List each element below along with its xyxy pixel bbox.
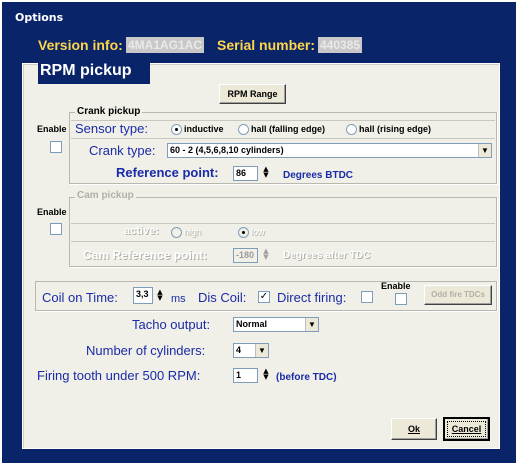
firing-tooth-unit: (before TDC) (276, 372, 337, 383)
serial-label: Serial number: (217, 37, 316, 53)
version-label: Version info: (38, 37, 123, 53)
coil-on-time-label: Coil on Time: (42, 290, 118, 305)
cam-enable-checkbox[interactable] (50, 223, 62, 235)
coil-on-time-input[interactable]: 3,3 (133, 287, 153, 304)
crank-enable-checkbox[interactable] (50, 141, 62, 153)
reference-point-label: Reference point: (116, 165, 219, 180)
cam-reference-input[interactable]: -180 (233, 248, 258, 263)
radio-cam-low-label: low (251, 227, 265, 237)
ok-button[interactable]: Ok (391, 418, 437, 440)
dis-coil-checkbox[interactable]: ✓ (258, 291, 270, 303)
reference-point-input[interactable]: 86 (233, 166, 258, 181)
section-title: RPM pickup (40, 62, 132, 79)
odd-fire-button[interactable]: Odd fire TDCs (424, 285, 492, 305)
crank-enable-label: Enable (37, 124, 67, 134)
cylinders-value: 4 (236, 345, 242, 355)
sensor-type-label: Sensor type: (75, 121, 148, 136)
chevron-down-icon[interactable]: ▼ (305, 318, 318, 331)
firing-spinner-icon[interactable]: ▲ ▼ (261, 368, 271, 383)
cancel-button[interactable]: Cancel (443, 417, 490, 441)
cam-reference-unit: Degrees after TDC (283, 250, 371, 261)
cylinders-label: Number of cylinders: (86, 343, 206, 358)
radio-hall-falling[interactable] (238, 124, 249, 135)
crank-separator-2 (71, 138, 495, 139)
dis-coil-label: Dis Coil: (198, 290, 247, 305)
reference-point-unit: Degrees BTDC (283, 170, 354, 181)
direct-firing-checkbox[interactable] (361, 291, 373, 303)
crank-type-value: 60 - 2 (4,5,6,8,10 cylinders) (170, 145, 284, 155)
cam-separator (71, 223, 495, 224)
radio-inductive-label: inductive (184, 124, 224, 134)
crank-type-dropdown[interactable]: 60 - 2 (4,5,6,8,10 cylinders) ▼ (167, 143, 492, 158)
odd-fire-enable-checkbox[interactable] (395, 293, 407, 305)
crank-type-label: Crank type: (89, 143, 156, 158)
radio-hall-rising-label: hall (rising edge) (359, 124, 432, 134)
radio-cam-low[interactable] (238, 227, 249, 238)
cam-legend: Cam pickup (75, 190, 136, 202)
coil-spinner-icon[interactable]: ▲ ▼ (155, 289, 165, 304)
cylinders-dropdown[interactable]: 4 ▼ (233, 343, 269, 358)
direct-firing-label: Direct firing: (277, 290, 347, 305)
odd-fire-enable-label: Enable (381, 281, 411, 291)
firing-tooth-input[interactable]: 1 (233, 368, 258, 383)
cam-enable-label: Enable (37, 207, 67, 217)
coil-on-time-unit: ms (171, 293, 186, 305)
tacho-output-dropdown[interactable]: Normal ▼ (233, 317, 319, 332)
cam-reference-label: Cam Reference point: (83, 248, 208, 262)
version-value: 4MA1AG1AC (126, 37, 205, 53)
radio-hall-falling-label: hall (falling edge) (251, 124, 326, 134)
radio-inductive[interactable] (171, 124, 182, 135)
cam-active-label: active: (124, 225, 159, 237)
rpm-range-button[interactable]: RPM Range (219, 84, 286, 104)
chevron-down-icon[interactable]: ▼ (255, 344, 268, 357)
serial-value: 440385 (318, 37, 363, 53)
spinner-icon[interactable]: ▲ ▼ (261, 166, 271, 181)
title-bar: Options (3, 3, 515, 33)
radio-hall-rising[interactable] (346, 124, 357, 135)
firing-tooth-label: Firing tooth under 500 RPM: (37, 368, 201, 383)
cam-spinner-icon[interactable]: ▲ ▼ (261, 248, 271, 263)
chevron-down-icon[interactable]: ▼ (478, 144, 491, 157)
crank-legend: Crank pickup (75, 106, 143, 118)
radio-cam-high[interactable] (171, 227, 182, 238)
cam-separator-2 (71, 241, 495, 242)
tacho-output-label: Tacho output: (132, 317, 211, 332)
radio-cam-high-label: high (184, 227, 202, 237)
tacho-output-value: Normal (236, 319, 268, 329)
